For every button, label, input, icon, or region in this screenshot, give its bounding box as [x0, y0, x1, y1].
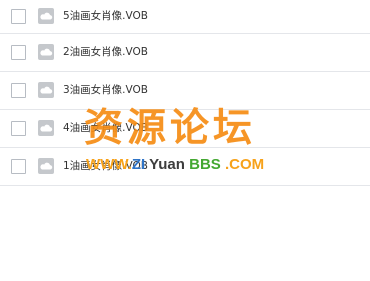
row-checkbox[interactable]: [11, 158, 26, 174]
row-checkbox[interactable]: [11, 82, 26, 98]
file-row[interactable]: 1油画女肖像.VOB: [0, 148, 370, 186]
file-row[interactable]: 2油画女肖像.VOB: [0, 34, 370, 72]
file-name[interactable]: 4油画女肖像.VOB: [63, 122, 148, 135]
cloud-file-icon: [38, 119, 54, 136]
file-name[interactable]: 3油画女肖像.VOB: [63, 84, 148, 97]
row-checkbox[interactable]: [11, 120, 26, 136]
file-list: 5油画女肖像.VOB 2油画女肖像.VOB 3油画女肖像.VOB 4油画女肖像.…: [0, 0, 370, 186]
row-checkbox[interactable]: [11, 44, 26, 60]
file-name[interactable]: 2油画女肖像.VOB: [63, 46, 148, 59]
file-row[interactable]: 3油画女肖像.VOB: [0, 72, 370, 110]
file-row[interactable]: 4油画女肖像.VOB: [0, 110, 370, 148]
cloud-file-icon: [38, 43, 54, 60]
file-name[interactable]: 5油画女肖像.VOB: [63, 10, 148, 23]
row-checkbox[interactable]: [11, 8, 26, 24]
cloud-file-icon: [38, 7, 54, 24]
file-row[interactable]: 5油画女肖像.VOB: [0, 0, 370, 34]
cloud-file-icon: [38, 157, 54, 174]
file-name[interactable]: 1油画女肖像.VOB: [63, 160, 148, 173]
cloud-file-icon: [38, 81, 54, 98]
